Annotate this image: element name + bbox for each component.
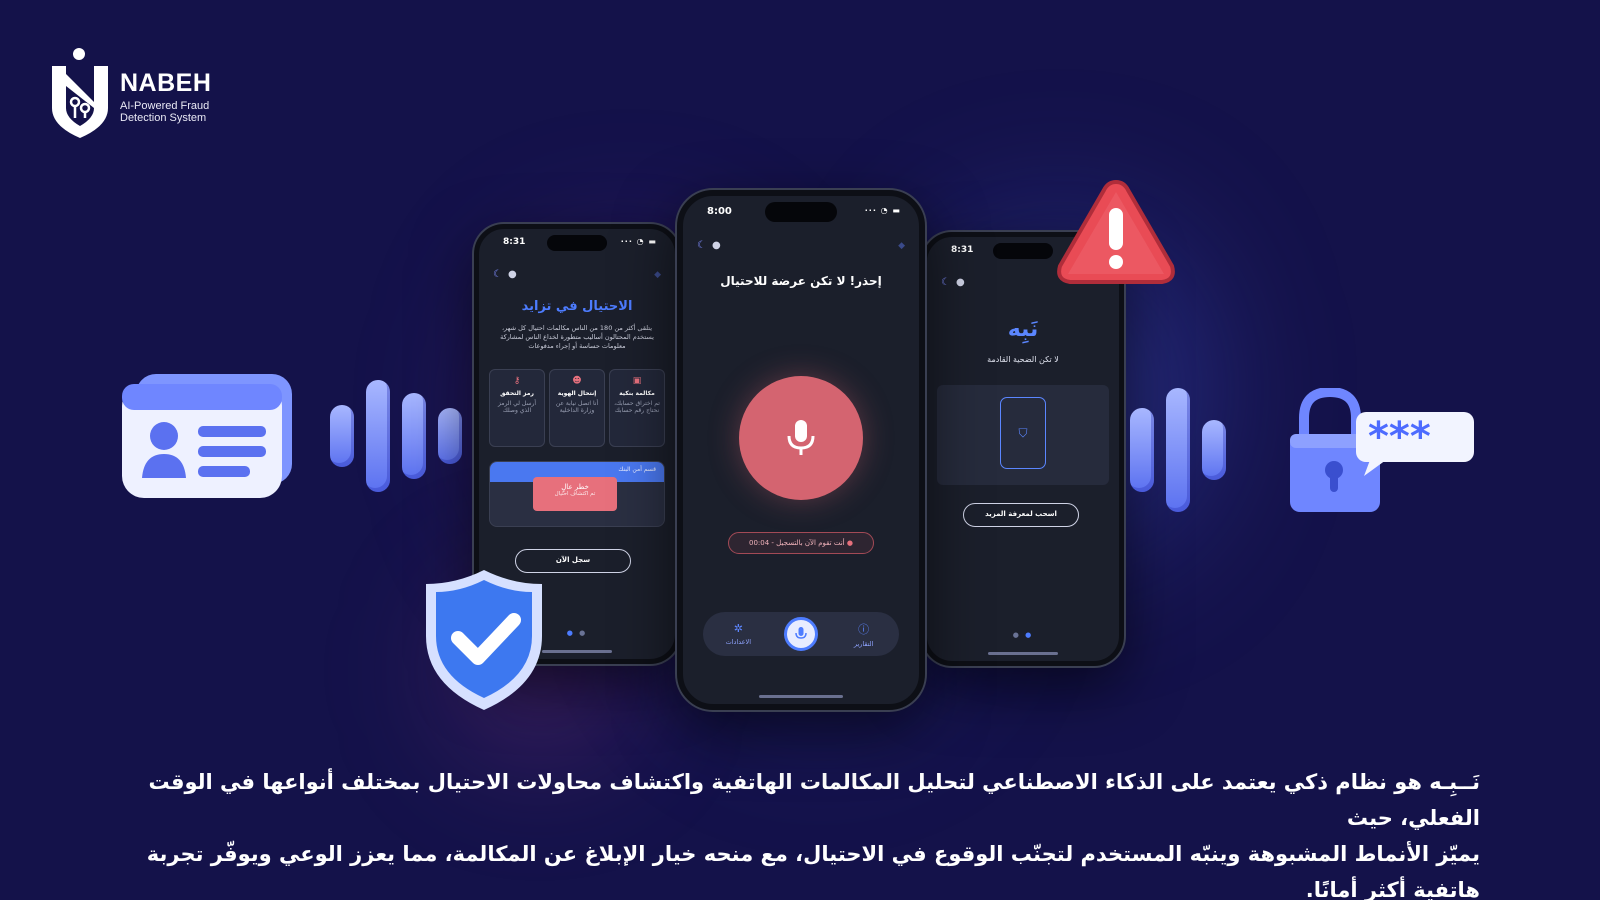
tab-settings[interactable]: ✲ الاعدادات: [713, 622, 763, 646]
globe-icon[interactable]: ●: [956, 277, 965, 288]
home-indicator: [759, 695, 843, 698]
fraud-type-cards: ▣ مكالمة بنكية تم اختراق حسابك، نحتاج رق…: [489, 369, 665, 447]
alert-title: خطر عالٍ: [561, 483, 589, 491]
phone-topbar: ☾ ● ◆: [493, 269, 661, 280]
soundwave-bar: [1202, 420, 1226, 480]
card-bank-call[interactable]: ▣ مكالمة بنكية تم اختراق حسابك، نحتاج رق…: [609, 369, 665, 447]
status-bar: 8:31 ··· ◔ ▬: [503, 237, 657, 247]
soundwave-right-icon: [1130, 388, 1226, 512]
soundwave-bar: [366, 380, 390, 492]
id-card-icon: [122, 374, 294, 506]
phone-right-screen: 8:31 ☾ ● نَبِه لا تكن الضحية القادمة ⛉ اس…: [922, 232, 1124, 666]
warning-icon: [1054, 176, 1178, 292]
description-text: نَــبِـه هو نظام ذكي يعتمد على الذكاء ال…: [80, 764, 1480, 900]
bank-icon: ▣: [632, 376, 642, 386]
soundwave-left-icon: [330, 380, 462, 492]
phone-topbar: ☾ ● ◆: [697, 240, 905, 251]
record-dot-icon: ●: [846, 539, 853, 547]
status-icons: ··· ◔ ▬: [620, 237, 657, 246]
svg-text:***: ***: [1368, 414, 1431, 460]
card-title: مكالمة بنكية: [619, 390, 655, 397]
moon-icon[interactable]: ☾: [697, 240, 706, 251]
card-text: تم اختراق حسابك، نحتاج رقم حسابك: [614, 400, 660, 414]
phone-center-screen: 8:00 ··· ◔ ▬ ☾ ● ◆ إحذر! لا تكن عرضة للاح…: [677, 190, 925, 710]
screen-title: الاحتيال في تزايد: [521, 299, 633, 314]
mic-icon: [787, 420, 815, 455]
card-impersonation[interactable]: ☻ إنتحال الهوية أنا اتصل نيابة عن وزارة …: [549, 369, 605, 447]
tab-reports[interactable]: ⓘ التقارير: [839, 621, 889, 648]
description-line-2: يميّز الأنماط المشبوهة وينبّه المستخدم ل…: [146, 842, 1480, 900]
card-text: أرسل لي الرمز الذي وصلك: [497, 400, 537, 414]
soundwave-bar: [330, 405, 354, 467]
soundwave-bar: [1166, 388, 1190, 512]
home-indicator: [988, 652, 1058, 655]
brand-name: NABEH: [120, 68, 212, 97]
person-icon: ☻: [572, 376, 582, 386]
key-icon: ⚷: [513, 376, 521, 386]
app-title: نَبِه: [1007, 317, 1039, 342]
info-icon: ⓘ: [858, 622, 870, 636]
card-text: أنا اتصل نيابة عن وزارة الداخلية: [555, 400, 599, 414]
shield-check-icon: [420, 566, 548, 718]
mic-icon: [795, 627, 807, 639]
warning-title: إحذر! لا تكن عرضة للاحتيال: [720, 274, 882, 288]
card-title: رمز التحقق: [500, 390, 534, 397]
page-dots: ● ●: [1012, 631, 1034, 639]
recording-status: ● أنت تقوم الآن بالتسجيل - 00:04: [728, 532, 874, 554]
status-time: 8:00: [707, 206, 732, 217]
screen-body: يتلقى أكثر من 180 من الناس مكالمات احتيا…: [500, 324, 654, 350]
card-title: إنتحال الهوية: [557, 390, 597, 397]
learn-more-button[interactable]: اسحب لمعرفة المزيد: [963, 503, 1079, 527]
tab-label: التقارير: [853, 639, 874, 648]
logo-mini-icon: ◆: [898, 240, 905, 251]
soundwave-bar: [438, 408, 462, 464]
brand-tagline-2: Detection System: [120, 111, 207, 124]
tab-label: الاعدادات: [725, 638, 752, 646]
app-subtitle: لا تكن الضحية القادمة: [987, 355, 1059, 364]
description-line-1: نَــبِـه هو نظام ذكي يعتمد على الذكاء ال…: [148, 770, 1480, 830]
brand-logo: NABEH AI-Powered Fraud Detection System: [48, 46, 211, 146]
card-otp[interactable]: ⚷ رمز التحقق أرسل لي الرمز الذي وصلك: [489, 369, 545, 447]
status-time: 8:31: [503, 237, 526, 247]
recording-text: أنت تقوم الآن بالتسجيل - 00:04: [749, 539, 845, 547]
globe-icon[interactable]: ●: [712, 240, 721, 251]
globe-icon[interactable]: ●: [508, 269, 517, 280]
tab-record[interactable]: [783, 617, 818, 651]
status-icons: ··· ◔ ▬: [864, 206, 901, 215]
soundwave-bar: [402, 393, 426, 479]
lock-password-icon: ***: [1286, 386, 1476, 520]
moon-icon[interactable]: ☾: [941, 277, 950, 288]
status-time: 8:31: [951, 245, 974, 255]
gear-icon: ✲: [733, 622, 743, 635]
home-indicator: [542, 650, 612, 653]
moon-icon[interactable]: ☾: [493, 269, 502, 280]
brand-tagline-1: AI-Powered Fraud: [120, 99, 210, 112]
bottom-tabbar: ✲ الاعدادات ⓘ التقارير: [703, 612, 899, 656]
risk-alert: خطر عالٍ تم اكتشاف احتيال: [533, 477, 617, 511]
soundwave-bar: [1130, 408, 1154, 492]
shield-logo-icon: [48, 46, 112, 146]
logo-mini-icon: ◆: [654, 269, 661, 280]
alert-subtitle: تم اكتشاف احتيال: [554, 491, 596, 497]
status-bar: 8:00 ··· ◔ ▬: [707, 206, 901, 217]
record-button[interactable]: [739, 376, 863, 500]
phone-shield-icon: ⛉: [1000, 397, 1046, 469]
